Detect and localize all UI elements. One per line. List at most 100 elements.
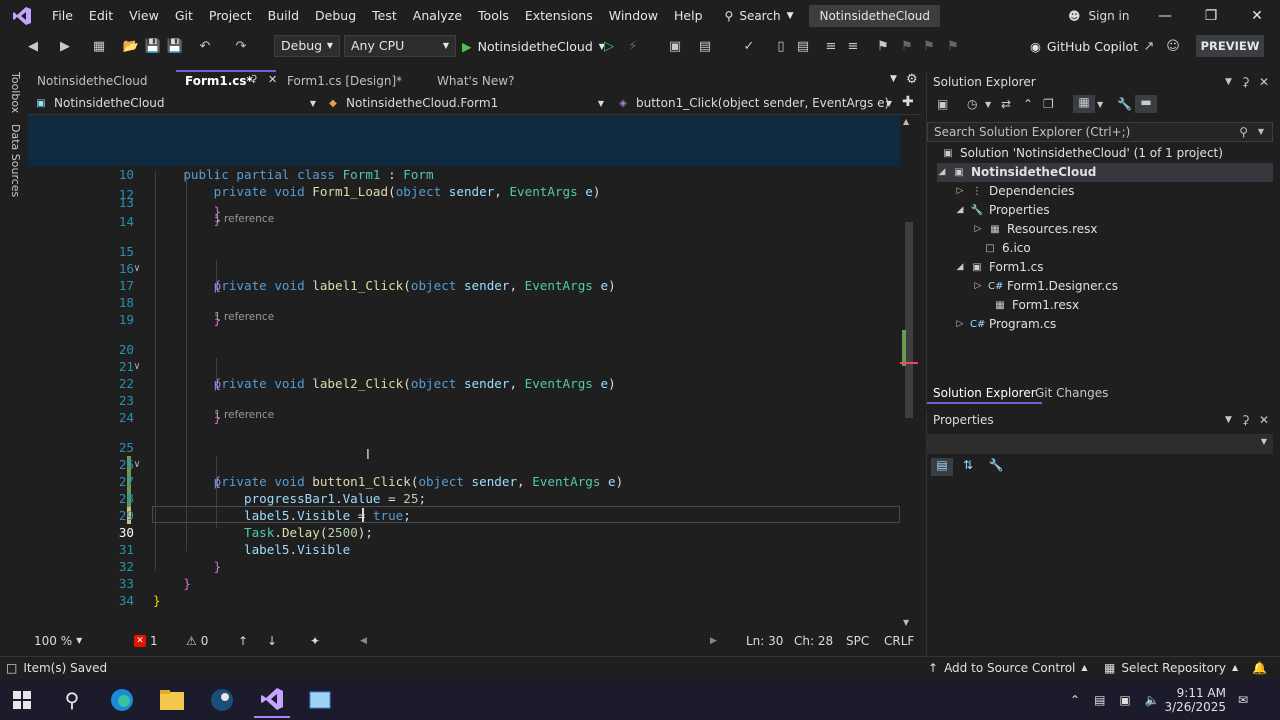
history-icon[interactable]: ◷	[967, 97, 977, 111]
menu-test[interactable]: Test	[364, 0, 405, 32]
tree-item-properties[interactable]: ◢ 🔧 Properties	[955, 201, 1050, 220]
close-window-button[interactable]: ✕	[1234, 0, 1280, 32]
menu-help[interactable]: Help	[666, 0, 711, 32]
object-selector-dropdown[interactable]: ▼	[927, 434, 1273, 454]
sync-icon[interactable]: ⇄	[1001, 97, 1011, 111]
menu-extensions[interactable]: Extensions	[517, 0, 601, 32]
alphabetical-icon[interactable]: ⇅	[957, 458, 979, 476]
sign-in-button[interactable]: ☻ Sign in	[1068, 0, 1129, 32]
zoom-dropdown[interactable]: 100 % ▼	[34, 631, 82, 651]
codelens-references[interactable]: 1 reference	[214, 213, 274, 225]
save-icon[interactable]: 💾	[144, 37, 162, 55]
app-window-icon[interactable]	[302, 682, 338, 718]
scroll-up-icon[interactable]: ▲	[903, 117, 909, 126]
tab-solution-explorer[interactable]: Solution Explorer	[927, 382, 1042, 404]
show-all-files-icon[interactable]: ❐	[1043, 97, 1054, 111]
chevron-down-icon[interactable]: ▼	[1097, 100, 1103, 109]
menu-project[interactable]: Project	[201, 0, 260, 32]
hot-reload-icon[interactable]: ⚡	[624, 37, 642, 55]
forward-icon[interactable]: ▶	[56, 37, 74, 55]
share-icon[interactable]: ↗	[1140, 37, 1158, 55]
open-folder-icon[interactable]: 📂	[122, 37, 140, 55]
window-position-icon[interactable]: ▼	[1225, 410, 1232, 430]
line-indicator[interactable]: Ln: 30	[746, 631, 783, 651]
whitespace-indicator[interactable]: SPC	[846, 631, 869, 651]
windows-start-icon[interactable]	[4, 682, 40, 718]
solution-name-badge[interactable]: NotinsidetheCloud	[809, 5, 941, 27]
project-dropdown[interactable]: ▣ NotinsidetheCloud ▼	[34, 93, 322, 114]
menu-analyze[interactable]: Analyze	[405, 0, 470, 32]
network-icon[interactable]: ▤	[1094, 693, 1105, 707]
tree-item-resources[interactable]: ▷ ▦ Resources.resx	[973, 220, 1098, 239]
scroll-down-icon[interactable]: ▼	[903, 618, 909, 627]
tree-item-form1-resx[interactable]: ▦ Form1.resx	[993, 296, 1079, 315]
member-dropdown[interactable]: ◈ button1_Click(object sender, EventArgs…	[616, 93, 898, 114]
close-icon[interactable]: ✕	[1259, 410, 1269, 430]
search-button[interactable]: ⚲ Search ▼	[725, 9, 794, 23]
select-repository-button[interactable]: ▦ Select Repository ▲	[1104, 657, 1238, 679]
bookmark-icon[interactable]: ⚑	[874, 37, 892, 55]
monitor-icon[interactable]: ▣	[1119, 693, 1130, 707]
type-dropdown[interactable]: ◆ NotinsidetheCloud.Form1 ▼	[326, 93, 610, 114]
menu-build[interactable]: Build	[260, 0, 307, 32]
menu-window[interactable]: Window	[601, 0, 666, 32]
prev-issue-icon[interactable]: ↑	[238, 631, 248, 651]
next-bookmark-icon[interactable]: ⚑	[920, 37, 938, 55]
pin-icon[interactable]: ⚳	[250, 74, 257, 85]
menu-git[interactable]: Git	[167, 0, 201, 32]
comment-icon[interactable]: ≡	[822, 37, 840, 55]
browse-icon[interactable]: ▣	[666, 37, 684, 55]
minimize-button[interactable]: —	[1142, 0, 1188, 32]
visual-studio-taskbar-icon[interactable]	[254, 682, 290, 718]
undo-icon[interactable]: ↶	[196, 37, 214, 55]
code-editor[interactable]: 1 namespace NotinsidetheCloud 3 public p…	[28, 115, 908, 630]
gear-icon[interactable]: ⚙	[906, 72, 918, 87]
property-pages-icon[interactable]: 🔧	[985, 458, 1007, 476]
tab-form1-cs[interactable]: Form1.cs*	[176, 70, 276, 92]
tree-item-project[interactable]: ◢ ▣ NotinsidetheCloud	[937, 163, 1273, 182]
start-debugging-button[interactable]: ▶ NotinsidetheCloud ▼	[462, 35, 605, 57]
codelens-references[interactable]: 1 reference	[214, 311, 274, 323]
new-project-icon[interactable]: ▦	[90, 37, 108, 55]
close-icon[interactable]: ✕	[268, 73, 277, 86]
toolbox-tab[interactable]: Toolbox	[9, 72, 22, 113]
hscroll-left-icon[interactable]: ◀	[360, 631, 367, 651]
github-copilot-button[interactable]: ◉ GitHub Copilot	[1030, 35, 1138, 57]
clock[interactable]: 9:11 AM 3/26/2025	[1164, 679, 1226, 720]
categorized-icon[interactable]: ▤	[931, 458, 953, 476]
tab-git-changes[interactable]: Git Changes	[1029, 382, 1114, 404]
errors-indicator[interactable]: ✕ 1	[134, 631, 158, 651]
menu-edit[interactable]: Edit	[81, 0, 121, 32]
redo-icon[interactable]: ↷	[232, 37, 250, 55]
properties-wrench-icon[interactable]: 🔧	[1117, 97, 1132, 111]
switch-views-icon[interactable]: ▣	[937, 97, 948, 111]
chevron-down-icon[interactable]: ▼	[985, 100, 991, 109]
file-explorer-icon[interactable]	[154, 682, 190, 718]
tree-item-dependencies[interactable]: ▷ ⋮ Dependencies	[955, 182, 1075, 201]
solution-explorer-search[interactable]: Search Solution Explorer (Ctrl+;) ⚲ ▼	[927, 122, 1273, 142]
tab-form1-design[interactable]: Form1.cs [Design]*	[278, 70, 428, 92]
volume-icon[interactable]: 🔈	[1145, 693, 1160, 707]
start-without-debugging-icon[interactable]: ▷	[600, 37, 618, 55]
add-to-source-control-button[interactable]: ↑ Add to Source Control ▲	[928, 657, 1088, 679]
column-indicator[interactable]: Ch: 28	[794, 631, 833, 651]
collapse-all-icon[interactable]: ⌃	[1023, 97, 1033, 111]
edge-browser-icon[interactable]	[104, 682, 140, 718]
tab-notinsidethecloud[interactable]: NotinsidetheCloud	[28, 70, 176, 92]
tree-item-icon-file[interactable]: □ 6.ico	[983, 239, 1030, 258]
notification-center-icon[interactable]: ✉	[1238, 679, 1248, 720]
notifications-icon[interactable]: 🔔	[1252, 657, 1267, 679]
tab-overflow-icon[interactable]: ▼	[890, 74, 897, 84]
preview-selected-icon[interactable]: ▬	[1135, 95, 1157, 113]
spell-check-icon[interactable]: ✓	[740, 37, 758, 55]
data-sources-tab[interactable]: Data Sources	[9, 124, 22, 197]
tree-item-program[interactable]: ▷ C# Program.cs	[955, 315, 1057, 334]
back-icon[interactable]: ◀	[24, 37, 42, 55]
search-icon[interactable]: ⚲	[54, 682, 90, 718]
menu-debug[interactable]: Debug	[307, 0, 364, 32]
feedback-icon[interactable]: ☺	[1164, 37, 1182, 55]
split-icon[interactable]: ✚	[902, 94, 914, 110]
tab-whats-new[interactable]: What's New?	[428, 70, 548, 92]
pin-icon[interactable]: ⚳	[1241, 410, 1250, 430]
hscroll-right-icon[interactable]: ▶	[710, 631, 717, 651]
